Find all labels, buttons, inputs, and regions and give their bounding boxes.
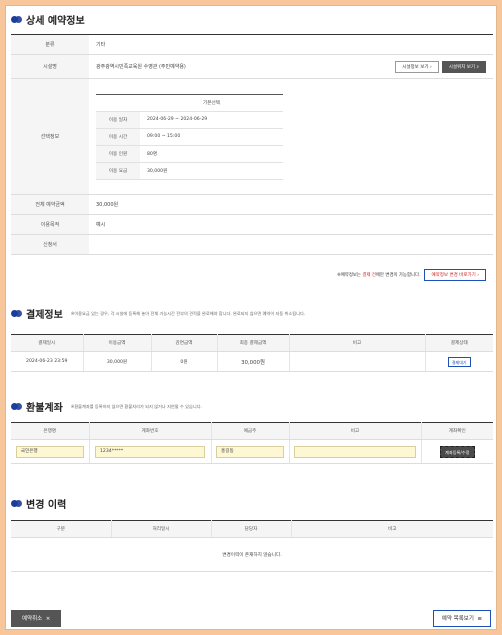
facility-info-label: 시설정보 보기 [402,64,429,70]
detail-table: 분류 기타 시설명 광주광역시민족교육원 수영관 (주민예약용) 시설정보 보기… [11,34,493,255]
bullet-icon [11,309,22,318]
cancel-reservation-label: 예약취소 [22,616,43,622]
change-reservation-button[interactable]: 예약정보 변경 바로가기 › [424,269,486,281]
pay-status-cell: 결제대기 [425,351,493,372]
col-pay-status: 결제상태 [425,334,493,352]
col-refund-memo: 비고 [289,422,422,440]
refund-title: 환불계좌 [26,403,63,414]
chevron-right-icon: › [429,64,432,70]
purpose-value: 예시 [89,214,493,235]
payment-section-title: 결제정보 ※이용요금 있는 경우, 각 시설에 등록해 놓아 전체 가능시간 전… [11,306,305,321]
bank-input[interactable]: 국민은행 [15,445,84,458]
purpose-label: 이용목적 [11,214,89,235]
pay-memo [289,351,426,372]
facility-info-button[interactable]: 시설정보 보기 › [395,60,439,73]
reservation-list-label: 예약 목록보기 [441,616,474,622]
col-account-check: 계좌확인 [421,422,493,440]
change-reservation-label: 예약정보 변경 바로가기 [431,273,476,278]
use-fee-label: 이용 요금 [96,162,140,180]
category-label: 분류 [11,34,89,55]
facility-label: 시설명 [11,54,89,79]
history-section-title: 변경 이력 [11,496,66,511]
refund-table: 은행명 계좌번호 예금주 비고 계좌확인 국민은행 1234***** 홍길동 … [11,422,493,464]
col-type: 구분 [11,520,112,538]
history-empty: 변경이력이 존재하지 않습니다. [11,537,493,572]
use-time-value: 09:00 ~ 15:00 [140,128,283,146]
refund-memo-input[interactable] [294,445,416,458]
category-value: 기타 [89,34,493,55]
chevron-right-icon: › [477,273,479,278]
use-date-value: 2024-06-29 ~ 2024-06-29 [140,111,283,129]
bullet-icon [11,402,22,411]
use-people-value: 80명 [140,145,283,163]
change-notice-row: ※예약정보는 결제 전에만 변경이 가능합니다. 예약정보 변경 바로가기 › [337,269,486,281]
total-value: 30,000원 [89,194,493,215]
list-icon: ≡ [477,616,482,622]
change-notice: ※예약정보는 결제 전에만 변경이 가능합니다. [337,272,420,278]
col-pay-discount: 감면금액 [151,334,218,352]
bullet-icon [11,15,22,24]
select-label: 선택정보 [11,78,89,195]
bullet-icon [11,499,22,508]
detail-title: 상세 예약정보 [26,16,85,27]
account-input[interactable]: 1234***** [95,445,205,458]
notice-post: 에만 변경이 가능합니다. [375,273,421,278]
notice-pre: ※예약정보는 [337,273,363,278]
close-icon: × [45,616,51,622]
holder-input[interactable]: 홍길동 [216,445,284,458]
pay-status-button[interactable]: 결제대기 [447,356,471,367]
account-register-button[interactable]: 계좌등록/수정 [439,445,475,458]
pay-amount: 30,000원 [83,351,152,372]
col-process-date: 처리일시 [111,520,212,538]
pay-discount: 0원 [151,351,218,372]
use-time-label: 이용 시간 [96,128,140,146]
refund-section-title: 환불계좌 ※환불계좌를 등록하지 않으면 환불처리가 되지 않거나 지연될 수 … [11,399,202,414]
use-fee-value: 30,000원 [140,162,283,180]
reservation-list-button[interactable]: 예약 목록보기 ≡ [432,610,491,627]
payment-table: 결제일시 이용금액 감면금액 최종 결제금액 비고 결제상태 2024-06-2… [11,334,493,372]
select-cell: 기본선택 이용 일자 2024-06-29 ~ 2024-06-29 이용 시간 0… [89,78,493,195]
facility-location-label: 시설위치 보기 [448,64,476,70]
col-pay-date: 결제일시 [11,334,84,352]
search-icon: ⌕ [476,64,479,70]
total-label: 전체 예약금액 [11,194,89,215]
history-table: 구분 처리일시 담당자 비고 변경이력이 존재하지 않습니다. [11,520,493,572]
facility-cell: 광주광역시민족교육원 수영관 (주민예약용) 시설정보 보기 › 시설위치 보기… [89,54,493,79]
col-pay-amount: 이용금액 [83,334,152,352]
pay-final: 30,000원 [217,351,290,372]
facility-location-button[interactable]: 시설위치 보기 ⌕ [441,60,486,73]
col-bank: 은행명 [11,422,90,440]
pay-date: 2024-06-23 23:59 [11,351,84,372]
history-title: 변경 이력 [26,500,67,511]
col-holder: 예금주 [211,422,290,440]
col-pay-final: 최종 결제금액 [217,334,290,352]
col-history-memo: 비고 [291,520,493,538]
applicant-value [89,234,493,255]
payment-note: ※이용요금 있는 경우, 각 시설에 등록해 놓아 전체 가능시간 전부의 견적… [70,310,306,316]
use-date-label: 이용 일자 [96,111,140,129]
select-info-header: 기본선택 [140,94,283,112]
refund-note: ※환불계좌를 등록하지 않으면 환불처리가 되지 않거나 지연될 수 있습니다. [70,403,202,409]
col-account: 계좌번호 [89,422,212,440]
col-manager: 담당자 [211,520,292,538]
cancel-reservation-button[interactable]: 예약취소 × [11,610,62,627]
select-info-table: 기본선택 이용 일자 2024-06-29 ~ 2024-06-29 이용 시간 0… [96,93,283,180]
detail-section-title: 상세 예약정보 [11,12,85,27]
page-frame: 상세 예약정보 분류 기타 시설명 광주광역시민족교육원 수영관 (주민예약용)… [5,5,497,630]
facility-value: 광주광역시민족교육원 수영관 (주민예약용) [96,64,186,70]
applicant-label: 신청서 [11,234,89,255]
notice-red: 결제 전 [362,273,376,278]
payment-title: 결제정보 [26,310,63,321]
use-people-label: 이용 인원 [96,145,140,163]
col-pay-memo: 비고 [289,334,426,352]
